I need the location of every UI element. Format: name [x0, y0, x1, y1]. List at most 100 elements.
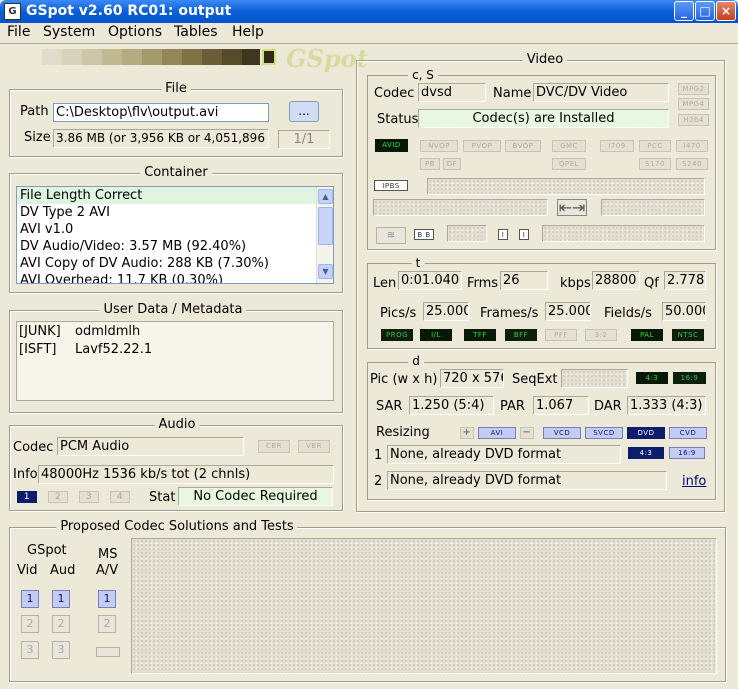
i-indicator-1: I — [498, 229, 508, 240]
draw-icon[interactable]: ≋ — [376, 227, 406, 244]
brand-strip-seg — [62, 49, 82, 65]
menu-help[interactable]: Help — [232, 24, 264, 40]
dar-label: DAR — [594, 399, 622, 414]
ms-av-2-button[interactable]: 2 — [98, 615, 116, 633]
menu-options[interactable]: Options — [108, 24, 162, 40]
resize-row-2-value: None, already DVD format — [387, 471, 667, 490]
pic-value: 720 x 576 — [440, 369, 504, 388]
pics-value: 25.000 — [423, 302, 469, 321]
i470-flag: I470 — [676, 140, 708, 152]
sar-value: 1.250 (5:4) — [409, 396, 494, 415]
prog-flag: PROG — [381, 329, 413, 341]
size-value: 3.86 MB (or 3,956 KB or 4,051,896 byt — [53, 129, 269, 148]
gspot-label: GSpot — [27, 543, 67, 558]
list-item[interactable]: AVI Overhead: 11.7 KB (0.30%) — [17, 272, 333, 283]
userdata-key: [JUNK] — [19, 324, 61, 339]
gspot-aud-1-button[interactable]: 1 — [52, 590, 70, 608]
proposed-group-title: Proposed Codec Solutions and Tests — [56, 519, 298, 534]
gspot-vid-2-button[interactable]: 2 — [21, 615, 39, 633]
list-item[interactable]: AVI Copy of DV Audio: 288 KB (7.30%) — [17, 255, 333, 272]
gspot-aud-3-button[interactable]: 3 — [52, 641, 70, 659]
gspot-vid-3-button[interactable]: 3 — [21, 641, 39, 659]
scroll-up-icon[interactable]: ▲ — [318, 189, 333, 204]
bb-indicator: B B — [414, 229, 434, 240]
audio-stream-3[interactable]: 3 — [79, 491, 99, 503]
resize-vcd-button[interactable]: VCD — [543, 427, 581, 439]
ar-169-flag: 16:9 — [673, 372, 706, 384]
audio-info-value: 48000Hz 1536 kb/s tot (2 chnls) — [38, 465, 334, 484]
frame-sequence-graph — [427, 178, 705, 195]
tff-flag: TFF — [464, 329, 496, 341]
path-input[interactable]: C:\Desktop\flv\output.avi — [53, 103, 269, 122]
video-codec-label: Codec — [374, 86, 415, 101]
pvop-flag: PVOP — [463, 140, 501, 152]
resize-avi-button[interactable]: AVI — [478, 427, 516, 439]
bvop-flag: BVOP — [505, 140, 541, 152]
vbr-flag: VBR — [298, 440, 330, 453]
resize-svcd-button[interactable]: SVCD — [585, 427, 623, 439]
kbps-value: 28800 — [592, 271, 640, 290]
audio-stream-2[interactable]: 2 — [48, 491, 68, 503]
menu-system[interactable]: System — [43, 24, 95, 40]
cbr-flag: CBR — [258, 440, 290, 453]
vid-label: Vid — [17, 563, 38, 578]
il-flag: I/L — [420, 329, 452, 341]
brand-strip-seg — [162, 49, 182, 65]
proposed-solutions-panel[interactable] — [131, 538, 717, 674]
swap-arrows-icon[interactable]: ⇤⇥ — [557, 199, 587, 216]
menu-file[interactable]: File — [7, 24, 30, 40]
resize-row-2-num: 2 — [374, 474, 383, 489]
resize-dvd-button[interactable]: DVD — [627, 427, 665, 439]
menu-tables[interactable]: Tables — [174, 24, 218, 40]
par-label: PAR — [500, 399, 525, 414]
userdata-list[interactable]: [JUNK] odmldmlh [ISFT] Lavf52.22.1 — [16, 321, 334, 401]
video-name-label: Name — [493, 86, 532, 101]
brand-strip-seg — [82, 49, 102, 65]
userdata-value: Lavf52.22.1 — [75, 342, 153, 357]
gspot-vid-1-button[interactable]: 1 — [21, 590, 39, 608]
bff-flag: BFF — [505, 329, 537, 341]
video-group-title: Video — [522, 52, 568, 67]
frames-value: 25.000 — [545, 302, 591, 321]
gspot-aud-2-button[interactable]: 2 — [52, 615, 70, 633]
list-item[interactable]: AVI v1.0 — [17, 221, 333, 238]
list-item[interactable]: DV Audio/Video: 3.57 MB (92.40%) — [17, 238, 333, 255]
close-button[interactable]: × — [716, 1, 736, 21]
ii-graph — [542, 225, 705, 242]
resize-169-button[interactable]: 16:9 — [669, 447, 705, 459]
container-list[interactable]: File Length Correct DV Type 2 AVI AVI v1… — [16, 186, 334, 284]
resize-43-button[interactable]: 4:3 — [628, 447, 664, 459]
resize-minus-button[interactable]: − — [520, 427, 534, 439]
i709-flag: I709 — [600, 140, 634, 152]
resize-plus-button[interactable]: + — [460, 427, 474, 439]
resizing-label: Resizing — [376, 425, 430, 440]
ar-43-flag: 4:3 — [636, 372, 668, 384]
minimize-button[interactable]: _ — [674, 1, 694, 21]
aud-label: Aud — [50, 563, 76, 578]
scroll-down-icon[interactable]: ▼ — [318, 264, 333, 279]
len-label: Len — [373, 276, 397, 291]
resize-cvd-button[interactable]: CVD — [669, 427, 707, 439]
frms-value: 26 — [500, 271, 548, 290]
info-link[interactable]: info — [682, 474, 706, 489]
audio-stat-value: No Codec Required — [178, 487, 333, 506]
list-item[interactable]: DV Type 2 AVI — [17, 204, 333, 221]
qf-label: Qf — [644, 276, 659, 291]
userdata-group-title: User Data / Metadata — [99, 302, 247, 317]
qpel-flag: QPEL — [552, 158, 586, 170]
container-scrollbar[interactable]: ▲ ▼ — [316, 187, 333, 283]
maximize-button[interactable]: □ — [695, 1, 715, 21]
scroll-thumb[interactable] — [318, 207, 333, 245]
list-item[interactable]: File Length Correct — [17, 187, 333, 204]
video-status-label: Status — [377, 112, 419, 127]
browse-button[interactable]: ... — [289, 101, 319, 122]
audio-stream-1[interactable]: 1 — [17, 491, 37, 503]
ms-av-1-button[interactable]: 1 — [98, 590, 116, 608]
avid-flag: AVID — [375, 139, 408, 152]
kbps-label: kbps — [560, 276, 591, 291]
audio-stream-4[interactable]: 4 — [110, 491, 130, 503]
s170-flag: S170 — [639, 158, 671, 170]
brand-strip-seg — [12, 49, 42, 65]
i-indicator-2: I — [519, 229, 529, 240]
brand-strip-end — [262, 49, 276, 65]
